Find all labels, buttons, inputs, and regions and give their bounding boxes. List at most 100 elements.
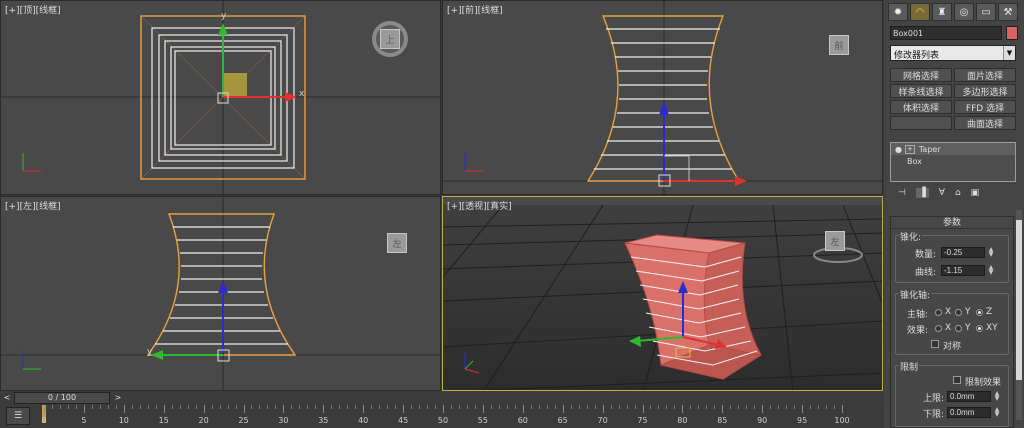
upper-limit-input[interactable] [947, 391, 991, 402]
track-tick-label: 50 [437, 416, 449, 425]
time-slider[interactable]: 0 / 100 [14, 392, 110, 404]
track-bar[interactable]: ☰ 0 5 10 15 20 25 30 35 40 45 50 55 60 65 70 75 80 85 90 95… [0, 405, 884, 428]
show-end-result-icon[interactable]: ▐ [915, 188, 929, 198]
stack-item-taper[interactable]: ● + Taper [891, 143, 1015, 155]
track-tick [147, 405, 149, 409]
track-tick [395, 405, 397, 409]
track-tick [187, 405, 189, 409]
bulb-icon[interactable]: ● [895, 145, 902, 154]
patch-select-button[interactable]: 面片选择 [954, 68, 1016, 82]
create-tab-icon[interactable]: ✹ [888, 3, 908, 21]
mesh-select-button[interactable]: 网格选择 [890, 68, 952, 82]
track-tick [315, 405, 317, 409]
track-tick [626, 405, 628, 409]
make-unique-icon[interactable]: ∀ [939, 188, 945, 198]
track-tick [211, 405, 213, 409]
stack-item-taper-label: Taper [918, 144, 941, 154]
display-tab-icon[interactable]: ▭ [976, 3, 996, 21]
viewport-top[interactable]: [+][顶][线框] y x 上 [0, 0, 441, 195]
utilities-tab-icon[interactable]: ⚒ [998, 3, 1018, 21]
lower-limit-input[interactable] [947, 407, 991, 418]
track-tick [450, 405, 452, 409]
panel-scrollbar[interactable] [1016, 210, 1022, 420]
track-tick [474, 405, 476, 409]
next-frame-button[interactable]: > [112, 392, 124, 404]
amount-input[interactable] [941, 247, 985, 258]
mini-curve-editor-icon[interactable]: ☰ [6, 407, 30, 425]
object-name-input[interactable] [890, 26, 1002, 40]
configure-sets-icon[interactable]: ▣ [971, 188, 980, 198]
primary-z-radio[interactable] [976, 309, 983, 316]
viewport-label-left[interactable]: [+][左][线框] [5, 199, 61, 212]
track-tick [115, 405, 117, 409]
rollout-title[interactable]: 参数 [891, 217, 1013, 229]
viewport-label-front[interactable]: [+][前][线框] [447, 3, 503, 16]
primary-y-radio[interactable] [955, 309, 962, 316]
viewport-label-top[interactable]: [+][顶][线框] [5, 3, 61, 16]
viewport-front[interactable]: [+][前][线框] 前 [442, 0, 883, 195]
effect-y-radio[interactable] [955, 325, 962, 332]
pin-stack-icon[interactable]: ⊣ [898, 188, 906, 198]
modify-tab-icon[interactable]: ◠ [910, 3, 930, 21]
track-tick [786, 405, 788, 409]
track-tick-label: 30 [278, 416, 289, 425]
modifier-list-dropdown[interactable]: 修改器列表 ▼ [890, 45, 1016, 61]
symmetry-checkbox[interactable] [931, 340, 939, 348]
track-tick [810, 405, 812, 409]
prev-frame-button[interactable]: < [1, 392, 13, 404]
viewcube-perspective[interactable]: 左 [825, 231, 845, 251]
panel-scroll-thumb[interactable] [1016, 220, 1022, 380]
spline-select-button[interactable]: 样条线选择 [890, 84, 952, 98]
viewcube-left[interactable]: 左 [387, 233, 407, 253]
track-tick [291, 405, 293, 409]
ffd-select-button[interactable]: FFD 选择 [954, 100, 1016, 114]
lower-spinner-icon[interactable]: ▲ ▼ [993, 407, 1001, 418]
viewcube-face-top[interactable]: 上 [380, 29, 400, 49]
track-tick [746, 405, 748, 409]
viewport-perspective[interactable]: [+][透视][真实] 左 [442, 196, 883, 391]
surface-select-button[interactable]: 曲面选择 [954, 116, 1016, 130]
track-tick [578, 405, 580, 409]
hierarchy-tab-icon[interactable]: ♜ [932, 3, 952, 21]
upper-spinner-icon[interactable]: ▲ ▼ [993, 391, 1001, 402]
command-panel: ✹ ◠ ♜ ◎ ▭ ⚒ 修改器列表 ▼ 网格选择 面片选择 样条线选择 多边形选… [884, 0, 1024, 428]
track-tick [131, 405, 133, 409]
viewport-left[interactable]: [+][左][线框] y 左 [0, 196, 441, 391]
track-tick [363, 405, 365, 413]
viewcube-front[interactable]: 前 [829, 35, 849, 55]
object-color-swatch[interactable] [1006, 26, 1018, 40]
chevron-down-icon[interactable]: ▼ [1003, 46, 1015, 60]
track-tick [67, 405, 69, 409]
track-tick-label: 45 [398, 416, 409, 425]
viewport-label-perspective[interactable]: [+][透视][真实] [447, 199, 512, 212]
empty-modifier-button[interactable] [890, 116, 952, 130]
stack-item-box[interactable]: Box [891, 155, 1015, 167]
expand-icon[interactable]: + [904, 144, 915, 154]
track-tick-label: 65 [557, 416, 568, 425]
track-tick [802, 405, 804, 413]
remove-modifier-icon[interactable]: ⌂ [955, 188, 961, 198]
limit-effect-checkbox[interactable] [953, 376, 961, 384]
track-tick [347, 405, 349, 409]
motion-tab-icon[interactable]: ◎ [954, 3, 974, 21]
track-tick [754, 405, 756, 409]
volume-select-button[interactable]: 体积选择 [890, 100, 952, 114]
curve-spinner-icon[interactable]: ▲ ▼ [987, 265, 995, 276]
track-tick [195, 405, 197, 409]
track-tick [299, 405, 301, 409]
track-tick [610, 405, 612, 409]
track-tick [594, 405, 596, 409]
track-tick [666, 405, 668, 409]
viewcube-top[interactable]: 上 [372, 21, 408, 57]
amount-spinner-icon[interactable]: ▲ ▼ [987, 247, 995, 258]
track-tick [443, 405, 444, 413]
curve-input[interactable] [941, 265, 985, 276]
effect-xy-radio[interactable] [976, 325, 983, 332]
taper-axis-group-label: 锥化轴: [899, 288, 932, 301]
effect-x-radio[interactable] [935, 325, 942, 332]
poly-select-button[interactable]: 多边形选择 [954, 84, 1016, 98]
track-tick [642, 405, 644, 413]
track-tick [379, 405, 381, 409]
primary-x-radio[interactable] [935, 309, 942, 316]
axis-x-label: x [299, 89, 305, 99]
